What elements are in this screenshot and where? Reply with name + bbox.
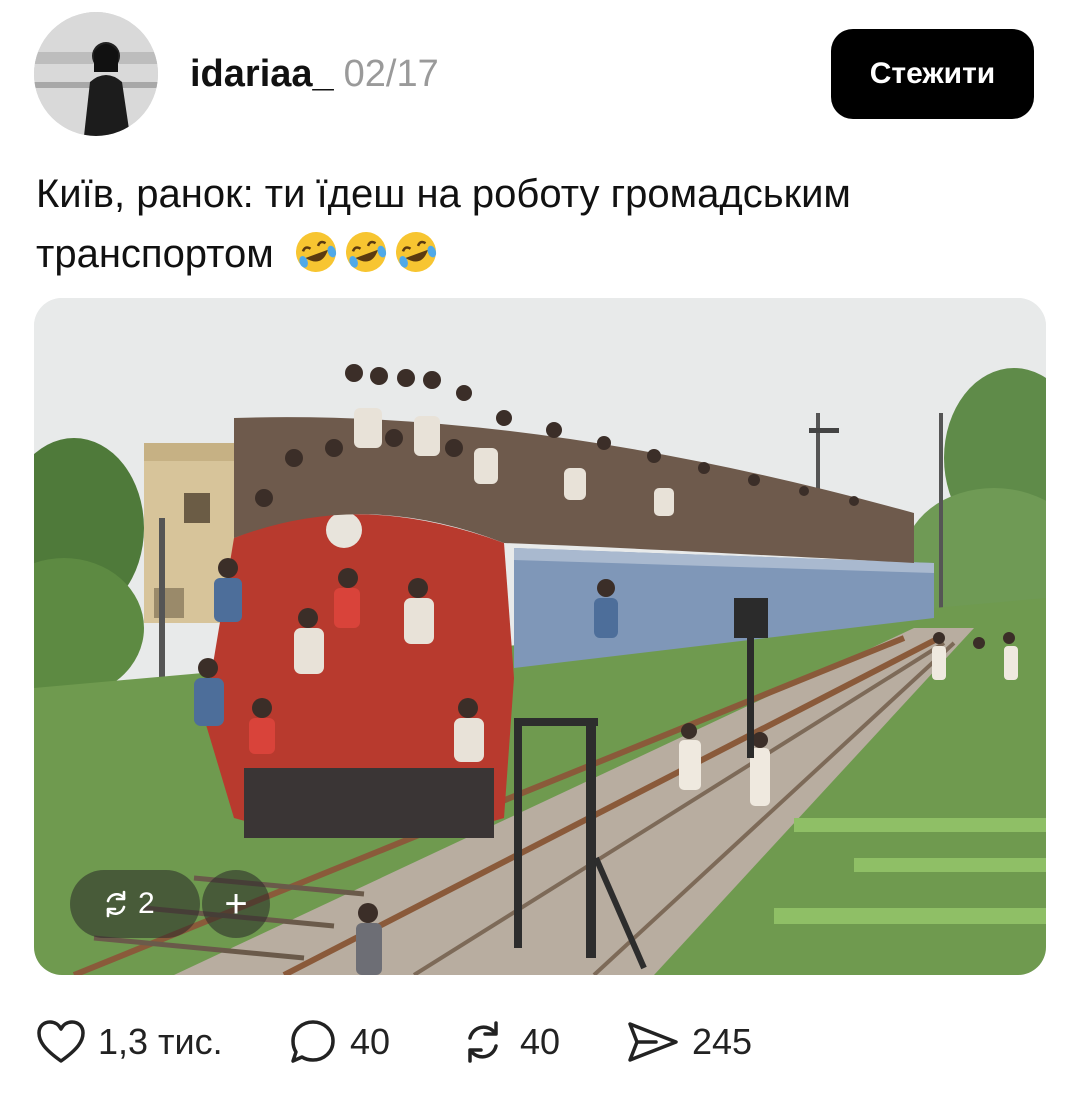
comment-icon [291, 1020, 335, 1063]
like-count: 1,3 тис. [98, 1021, 223, 1062]
repost-button[interactable]: 40 [458, 1014, 560, 1070]
rolling-laughing-emoji-icon [295, 232, 337, 272]
repost-count: 40 [520, 1021, 561, 1062]
post-date: 02/17 [343, 53, 439, 95]
comment-count: 40 [350, 1021, 391, 1062]
emoji-group [293, 229, 439, 275]
share-button[interactable]: 245 [626, 1014, 752, 1070]
repost-chip-count: 2 [138, 887, 155, 920]
send-icon [628, 1022, 678, 1062]
post-header: idariaa_ 02/17 [190, 50, 439, 98]
post-text: Київ, ранок: ти їдеш на роботу громадськ… [36, 164, 1046, 284]
rolling-laughing-emoji-icon [395, 232, 437, 272]
avatar[interactable] [34, 12, 158, 136]
share-count: 245 [692, 1021, 753, 1062]
post-image[interactable] [34, 298, 1046, 975]
rolling-laughing-emoji-icon [345, 232, 387, 272]
train-photo [34, 298, 1046, 975]
add-button[interactable]: + [202, 870, 270, 938]
repost-icon [468, 1021, 498, 1063]
follow-button[interactable]: Стежити [831, 29, 1034, 119]
post-body: Київ, ранок: ти їдеш на роботу громадськ… [36, 172, 851, 276]
repost-icon [106, 890, 126, 918]
comment-button[interactable]: 40 [288, 1014, 390, 1070]
heart-icon [37, 1020, 85, 1063]
repost-count-chip[interactable]: 2 [70, 870, 200, 938]
like-button[interactable]: 1,3 тис. [36, 1014, 223, 1070]
username[interactable]: idariaa_ [190, 53, 334, 95]
